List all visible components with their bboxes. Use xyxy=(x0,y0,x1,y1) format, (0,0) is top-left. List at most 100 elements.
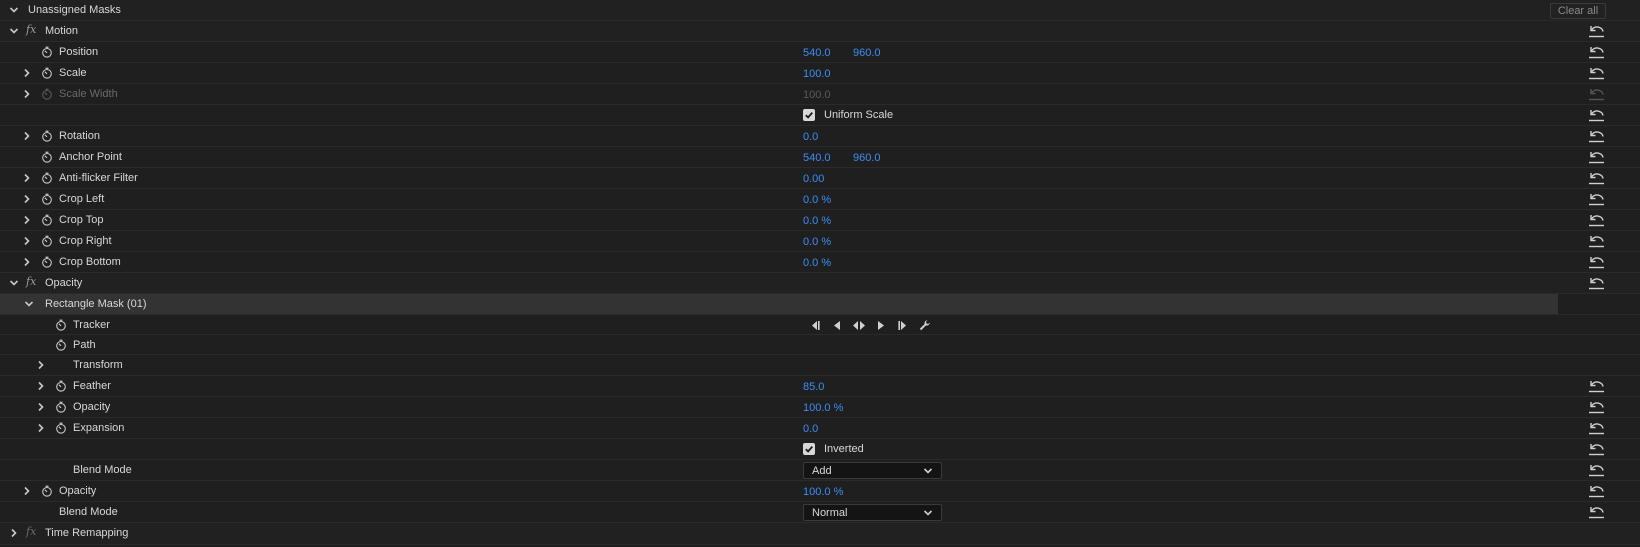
anchor-point-label: Anchor Point xyxy=(59,151,122,163)
chevron-down-icon[interactable] xyxy=(22,294,36,314)
stopwatch-icon[interactable] xyxy=(55,422,67,434)
chevron-right-icon[interactable] xyxy=(20,231,34,251)
reset-icon[interactable] xyxy=(1588,255,1605,269)
mask-blend-mode-dropdown[interactable]: Add xyxy=(803,462,942,479)
chevron-right-icon[interactable] xyxy=(34,397,48,417)
expansion-value[interactable]: 0.0 xyxy=(803,423,818,435)
track-forward-frame-icon[interactable] xyxy=(874,319,888,332)
wrench-icon[interactable] xyxy=(918,319,932,332)
chevron-down-icon[interactable] xyxy=(7,21,21,41)
reset-icon[interactable] xyxy=(1588,150,1605,164)
reset-icon[interactable] xyxy=(1588,463,1605,477)
clear-all-button[interactable]: Clear all xyxy=(1550,3,1606,19)
property-row-position: Position 540.0 960.0 xyxy=(0,42,1640,63)
chevron-right-icon[interactable] xyxy=(20,481,34,501)
reset-icon[interactable] xyxy=(1588,379,1605,393)
stopwatch-icon[interactable] xyxy=(41,485,53,497)
reset-icon[interactable] xyxy=(1588,45,1605,59)
chevron-down-icon[interactable] xyxy=(7,273,21,293)
rectangle-mask-title: Rectangle Mask (01) xyxy=(45,298,147,310)
chevron-right-icon[interactable] xyxy=(20,63,34,83)
reset-icon[interactable] xyxy=(1588,234,1605,248)
anti-flicker-label: Anti-flicker Filter xyxy=(59,172,138,184)
uniform-scale-checkbox[interactable] xyxy=(803,109,815,121)
reset-icon[interactable] xyxy=(1588,66,1605,80)
chevron-right-icon[interactable] xyxy=(34,418,48,438)
stopwatch-icon[interactable] xyxy=(41,256,53,268)
reset-icon[interactable] xyxy=(1588,24,1605,38)
stopwatch-icon[interactable] xyxy=(41,235,53,247)
mask-blend-mode-value: Add xyxy=(812,465,832,477)
fx-icon[interactable]: fx xyxy=(26,275,36,288)
transform-label: Transform xyxy=(73,359,123,371)
stopwatch-icon[interactable] xyxy=(41,130,53,142)
fx-icon[interactable]: fx xyxy=(26,23,36,36)
track-forward-icon[interactable] xyxy=(896,319,910,332)
chevron-right-icon[interactable] xyxy=(34,355,48,375)
stopwatch-icon[interactable] xyxy=(41,67,53,79)
stopwatch-icon[interactable] xyxy=(55,401,67,413)
stopwatch-icon[interactable] xyxy=(41,172,53,184)
reset-icon[interactable] xyxy=(1588,129,1605,143)
anchor-point-x-value[interactable]: 540.0 xyxy=(803,152,831,164)
chevron-down-icon[interactable] xyxy=(7,0,21,20)
stopwatch-icon[interactable] xyxy=(55,380,67,392)
rectangle-mask-header[interactable]: Rectangle Mask (01) xyxy=(0,294,1640,315)
chevron-right-icon[interactable] xyxy=(20,84,34,104)
chevron-right-icon[interactable] xyxy=(34,376,48,396)
inverted-checkbox[interactable] xyxy=(803,443,815,455)
reset-icon[interactable] xyxy=(1588,276,1605,290)
chevron-right-icon[interactable] xyxy=(20,189,34,209)
property-row-crop-bottom: Crop Bottom 0.0 % xyxy=(0,252,1640,273)
track-backward-icon[interactable] xyxy=(808,319,822,332)
position-x-value[interactable]: 540.0 xyxy=(803,47,831,59)
stopwatch-icon[interactable] xyxy=(41,214,53,226)
reset-icon[interactable] xyxy=(1588,505,1605,519)
time-remapping-section-header[interactable]: fx Time Remapping xyxy=(0,523,1640,545)
rotation-value[interactable]: 0.0 xyxy=(803,131,818,143)
chevron-right-icon[interactable] xyxy=(20,252,34,272)
path-label: Path xyxy=(73,339,96,351)
opacity-value[interactable]: 100.0 % xyxy=(803,486,843,498)
chevron-right-icon[interactable] xyxy=(20,126,34,146)
crop-top-value[interactable]: 0.0 % xyxy=(803,215,831,227)
blend-mode-value: Normal xyxy=(812,507,848,519)
reset-icon[interactable] xyxy=(1588,171,1605,185)
reset-icon[interactable] xyxy=(1588,484,1605,498)
stopwatch-icon[interactable] xyxy=(41,46,53,58)
stopwatch-icon[interactable] xyxy=(55,319,67,331)
motion-section-header[interactable]: fx Motion xyxy=(0,21,1640,42)
fx-icon[interactable]: fx xyxy=(26,525,36,538)
feather-value[interactable]: 85.0 xyxy=(803,381,824,393)
property-row-tracker: Tracker xyxy=(0,315,1640,335)
crop-left-value[interactable]: 0.0 % xyxy=(803,194,831,206)
track-both-icon[interactable] xyxy=(852,319,866,332)
chevron-right-icon[interactable] xyxy=(7,523,21,543)
chevron-right-icon[interactable] xyxy=(20,210,34,230)
blend-mode-label: Blend Mode xyxy=(59,506,118,518)
reset-icon[interactable] xyxy=(1588,213,1605,227)
stopwatch-icon[interactable] xyxy=(41,193,53,205)
crop-bottom-value[interactable]: 0.0 % xyxy=(803,257,831,269)
anti-flicker-value[interactable]: 0.00 xyxy=(803,173,824,185)
reset-icon[interactable] xyxy=(1588,442,1605,456)
scale-value[interactable]: 100.0 xyxy=(803,68,831,80)
reset-icon[interactable] xyxy=(1588,192,1605,206)
crop-right-value[interactable]: 0.0 % xyxy=(803,236,831,248)
property-row-opacity: Opacity 100.0 % xyxy=(0,481,1640,502)
expansion-label: Expansion xyxy=(73,422,125,434)
mask-blend-mode-label: Blend Mode xyxy=(73,464,132,476)
position-y-value[interactable]: 960.0 xyxy=(853,47,881,59)
blend-mode-dropdown[interactable]: Normal xyxy=(803,504,942,521)
mask-highlight xyxy=(0,294,1558,314)
opacity-section-header[interactable]: fx Opacity xyxy=(0,273,1640,294)
stopwatch-icon[interactable] xyxy=(55,339,67,351)
reset-icon[interactable] xyxy=(1588,421,1605,435)
anchor-point-y-value[interactable]: 960.0 xyxy=(853,152,881,164)
track-back-frame-icon[interactable] xyxy=(830,319,844,332)
mask-opacity-value[interactable]: 100.0 % xyxy=(803,402,843,414)
chevron-right-icon[interactable] xyxy=(20,168,34,188)
stopwatch-icon[interactable] xyxy=(41,151,53,163)
reset-icon[interactable] xyxy=(1588,400,1605,414)
reset-icon[interactable] xyxy=(1588,108,1605,122)
